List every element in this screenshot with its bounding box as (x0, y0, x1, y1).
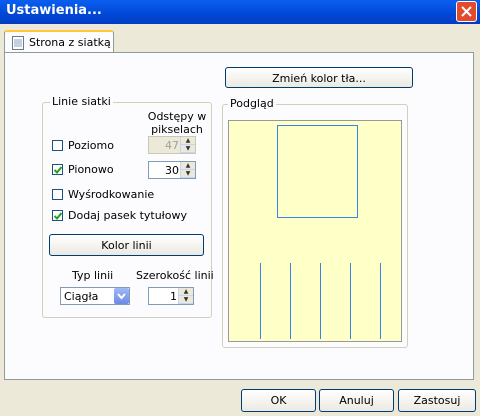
vertical-spin-arrows[interactable]: ▲ ▼ (180, 162, 195, 178)
horizontal-checkbox[interactable] (52, 140, 63, 151)
line-width-label: Szerokość linii (136, 269, 214, 282)
ok-label: OK (270, 394, 287, 407)
horizontal-spacing-spinner[interactable]: 47 ▲ ▼ (148, 136, 196, 154)
title-bar: Ustawienia... (0, 0, 480, 24)
check-icon (54, 166, 62, 174)
settings-dialog: Ustawienia... Strona z siatką Zmień kolo… (0, 0, 480, 416)
preview-grid-line (320, 263, 321, 339)
line-width-spinner[interactable]: 1 ▲ ▼ (148, 287, 194, 305)
cancel-button[interactable]: Anuluj (319, 389, 394, 412)
line-width-value: 1 (170, 290, 177, 303)
grid-lines-legend: Linie siatki (50, 95, 113, 108)
ok-button[interactable]: OK (241, 389, 316, 412)
horizontal-spin-arrows[interactable]: ▲ ▼ (180, 137, 195, 153)
title-bar-checkbox[interactable] (52, 210, 63, 221)
window-title: Ustawienia... (6, 3, 102, 18)
horizontal-label: Poziomo (68, 139, 114, 152)
preview-title-rect (277, 125, 358, 218)
apply-label: Zastosuj (413, 394, 461, 407)
close-icon (461, 6, 472, 17)
check-icon (54, 212, 62, 220)
center-label: Wyśrodkowanie (68, 188, 155, 201)
vertical-spacing-spinner[interactable]: 30 ▲ ▼ (148, 161, 196, 179)
page-icon (12, 36, 24, 50)
line-color-button[interactable]: Kolor linii (49, 234, 204, 256)
preview-canvas (228, 120, 402, 342)
horizontal-spacing-value: 47 (165, 139, 179, 152)
line-type-label: Typ linii (72, 269, 114, 282)
vertical-label: Pionowo (68, 163, 114, 176)
line-type-value: Ciągła (64, 290, 99, 303)
dropdown-arrow-icon[interactable] (114, 288, 129, 304)
tab-grid-page[interactable]: Strona z siatką (4, 30, 114, 53)
spacing-header: Odstępy w pikselach (147, 110, 207, 136)
line-width-spin-arrows[interactable]: ▲ ▼ (178, 288, 193, 304)
center-checkbox[interactable] (52, 189, 63, 200)
preview-grid-line (260, 263, 261, 339)
vertical-spacing-value: 30 (165, 164, 179, 177)
cancel-label: Anuluj (339, 394, 374, 407)
preview-grid-line (350, 263, 351, 339)
tab-label: Strona z siatką (29, 36, 111, 49)
close-button[interactable] (456, 1, 477, 22)
vertical-checkbox[interactable] (52, 164, 63, 175)
preview-grid-line (380, 263, 381, 339)
line-type-select[interactable]: Ciągła (60, 287, 130, 305)
apply-button[interactable]: Zastosuj (398, 389, 476, 412)
change-background-color-label: Zmień kolor tła... (272, 72, 366, 85)
preview-grid-line (290, 263, 291, 339)
line-color-label: Kolor linii (101, 239, 152, 252)
change-background-color-button[interactable]: Zmień kolor tła... (225, 67, 413, 88)
preview-legend: Podgląd (228, 97, 276, 110)
title-bar-label: Dodaj pasek tytułowy (68, 209, 188, 222)
